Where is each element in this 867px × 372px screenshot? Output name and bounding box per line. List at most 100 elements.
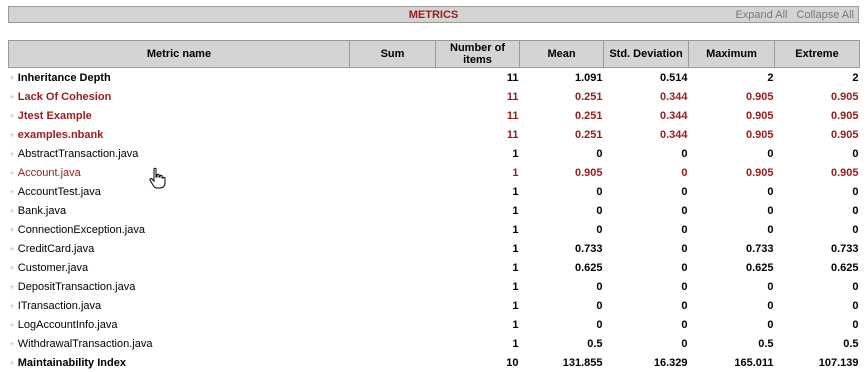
extreme-cell: 107.139	[775, 353, 860, 372]
sum-cell	[350, 258, 436, 277]
column-header-sum[interactable]: Sum	[350, 41, 436, 68]
extreme-cell: 0	[775, 296, 860, 315]
table-row[interactable]: +WithdrawalTransaction.java10.500.50.5	[9, 334, 860, 353]
std-deviation-cell: 0	[604, 258, 689, 277]
metrics-table: Metric name Sum Number of items Mean Std…	[8, 40, 860, 372]
metric-name-label: Account.java	[18, 167, 81, 179]
sum-cell	[350, 87, 436, 106]
metric-name-label: examples.nbank	[18, 129, 104, 141]
maximum-cell: 0.733	[689, 239, 775, 258]
sum-cell	[350, 239, 436, 258]
table-row[interactable]: +AbstractTransaction.java10000	[9, 144, 860, 163]
column-header-metric-name[interactable]: Metric name	[9, 41, 350, 68]
mean-cell: 131.855	[520, 353, 604, 372]
maximum-cell: 2	[689, 68, 775, 88]
table-row[interactable]: +Inheritance Depth111.0910.51422	[9, 68, 860, 88]
expander-icon[interactable]: +	[10, 92, 15, 102]
extreme-cell: 0.905	[775, 106, 860, 125]
expander-icon[interactable]: +	[10, 187, 15, 197]
metrics-rows: +Inheritance Depth111.0910.51422+Lack Of…	[9, 68, 860, 372]
expander-icon[interactable]: +	[10, 130, 15, 140]
table-row[interactable]: +AccountTest.java10000	[9, 182, 860, 201]
maximum-cell: 0	[689, 182, 775, 201]
column-header-mean[interactable]: Mean	[520, 41, 604, 68]
column-header-std-deviation[interactable]: Std. Deviation	[604, 41, 689, 68]
metric-name-label: AbstractTransaction.java	[18, 148, 139, 160]
metric-name-cell: +AbstractTransaction.java	[9, 144, 350, 163]
hand-pointer-icon	[149, 167, 167, 189]
mean-cell: 0.251	[520, 87, 604, 106]
metric-name-cell: +LogAccountInfo.java	[9, 315, 350, 334]
std-deviation-cell: 0	[604, 277, 689, 296]
maximum-cell: 0	[689, 220, 775, 239]
table-row[interactable]: +LogAccountInfo.java10000	[9, 315, 860, 334]
mean-cell: 0.733	[520, 239, 604, 258]
table-row[interactable]: +Maintainability Index10131.85516.329165…	[9, 353, 860, 372]
table-row[interactable]: +Lack Of Cohesion110.2510.3440.9050.905	[9, 87, 860, 106]
column-header-number-of-items[interactable]: Number of items	[436, 41, 520, 68]
metric-name-cell: +AccountTest.java	[9, 182, 350, 201]
sum-cell	[350, 334, 436, 353]
table-row[interactable]: +Account.java10.90500.9050.905	[9, 163, 860, 182]
expander-icon[interactable]: +	[10, 339, 15, 349]
extreme-cell: 0.905	[775, 163, 860, 182]
column-header-maximum[interactable]: Maximum	[689, 41, 775, 68]
table-row[interactable]: +examples.nbank110.2510.3440.9050.905	[9, 125, 860, 144]
expander-icon[interactable]: +	[10, 225, 15, 235]
metric-name-cell: +CreditCard.java	[9, 239, 350, 258]
sum-cell	[350, 201, 436, 220]
table-row[interactable]: +DepositTransaction.java10000	[9, 277, 860, 296]
metric-name-label: Bank.java	[18, 205, 66, 217]
expander-icon[interactable]: +	[10, 320, 15, 330]
expander-icon[interactable]: +	[10, 73, 15, 83]
expander-icon[interactable]: +	[10, 168, 15, 178]
expander-icon[interactable]: +	[10, 111, 15, 121]
extreme-cell: 0	[775, 144, 860, 163]
table-row[interactable]: +CreditCard.java10.73300.7330.733	[9, 239, 860, 258]
column-header-extreme[interactable]: Extreme	[775, 41, 860, 68]
number-of-items-cell: 1	[436, 182, 520, 201]
expander-icon[interactable]: +	[10, 149, 15, 159]
table-row[interactable]: +Customer.java10.62500.6250.625	[9, 258, 860, 277]
metric-name-label: AccountTest.java	[18, 186, 101, 198]
extreme-cell: 0	[775, 182, 860, 201]
extreme-cell: 0	[775, 277, 860, 296]
tree-actions: Expand All Collapse All	[729, 9, 854, 21]
expander-icon[interactable]: +	[10, 301, 15, 311]
metric-name-label: Lack Of Cohesion	[18, 91, 112, 103]
maximum-cell: 0	[689, 201, 775, 220]
table-row[interactable]: +ITransaction.java10000	[9, 296, 860, 315]
extreme-cell: 0	[775, 201, 860, 220]
maximum-cell: 0	[689, 296, 775, 315]
metric-name-cell: +Maintainability Index	[9, 353, 350, 372]
table-row[interactable]: +ConnectionException.java10000	[9, 220, 860, 239]
std-deviation-cell: 0.514	[604, 68, 689, 88]
expander-icon[interactable]: +	[10, 282, 15, 292]
std-deviation-cell: 16.329	[604, 353, 689, 372]
number-of-items-cell: 1	[436, 144, 520, 163]
mean-cell: 0	[520, 144, 604, 163]
mean-cell: 0.905	[520, 163, 604, 182]
sum-cell	[350, 163, 436, 182]
maximum-cell: 0	[689, 144, 775, 163]
expand-all-link[interactable]: Expand All	[735, 9, 787, 21]
expander-icon[interactable]: +	[10, 244, 15, 254]
metric-name-label: LogAccountInfo.java	[18, 319, 118, 331]
extreme-cell: 0.905	[775, 87, 860, 106]
metric-name-cell: +Jtest Example	[9, 106, 350, 125]
number-of-items-cell: 1	[436, 296, 520, 315]
collapse-all-link[interactable]: Collapse All	[797, 9, 854, 21]
expander-icon[interactable]: +	[10, 206, 15, 216]
table-row[interactable]: +Jtest Example110.2510.3440.9050.905	[9, 106, 860, 125]
mean-cell: 0	[520, 182, 604, 201]
maximum-cell: 0.625	[689, 258, 775, 277]
number-of-items-cell: 11	[436, 125, 520, 144]
metric-name-cell: +Inheritance Depth	[9, 68, 350, 88]
std-deviation-cell: 0	[604, 163, 689, 182]
maximum-cell: 0	[689, 277, 775, 296]
table-row[interactable]: +Bank.java10000	[9, 201, 860, 220]
expander-icon[interactable]: +	[10, 263, 15, 273]
extreme-cell: 0.733	[775, 239, 860, 258]
sum-cell	[350, 220, 436, 239]
expander-icon[interactable]: +	[10, 358, 15, 368]
